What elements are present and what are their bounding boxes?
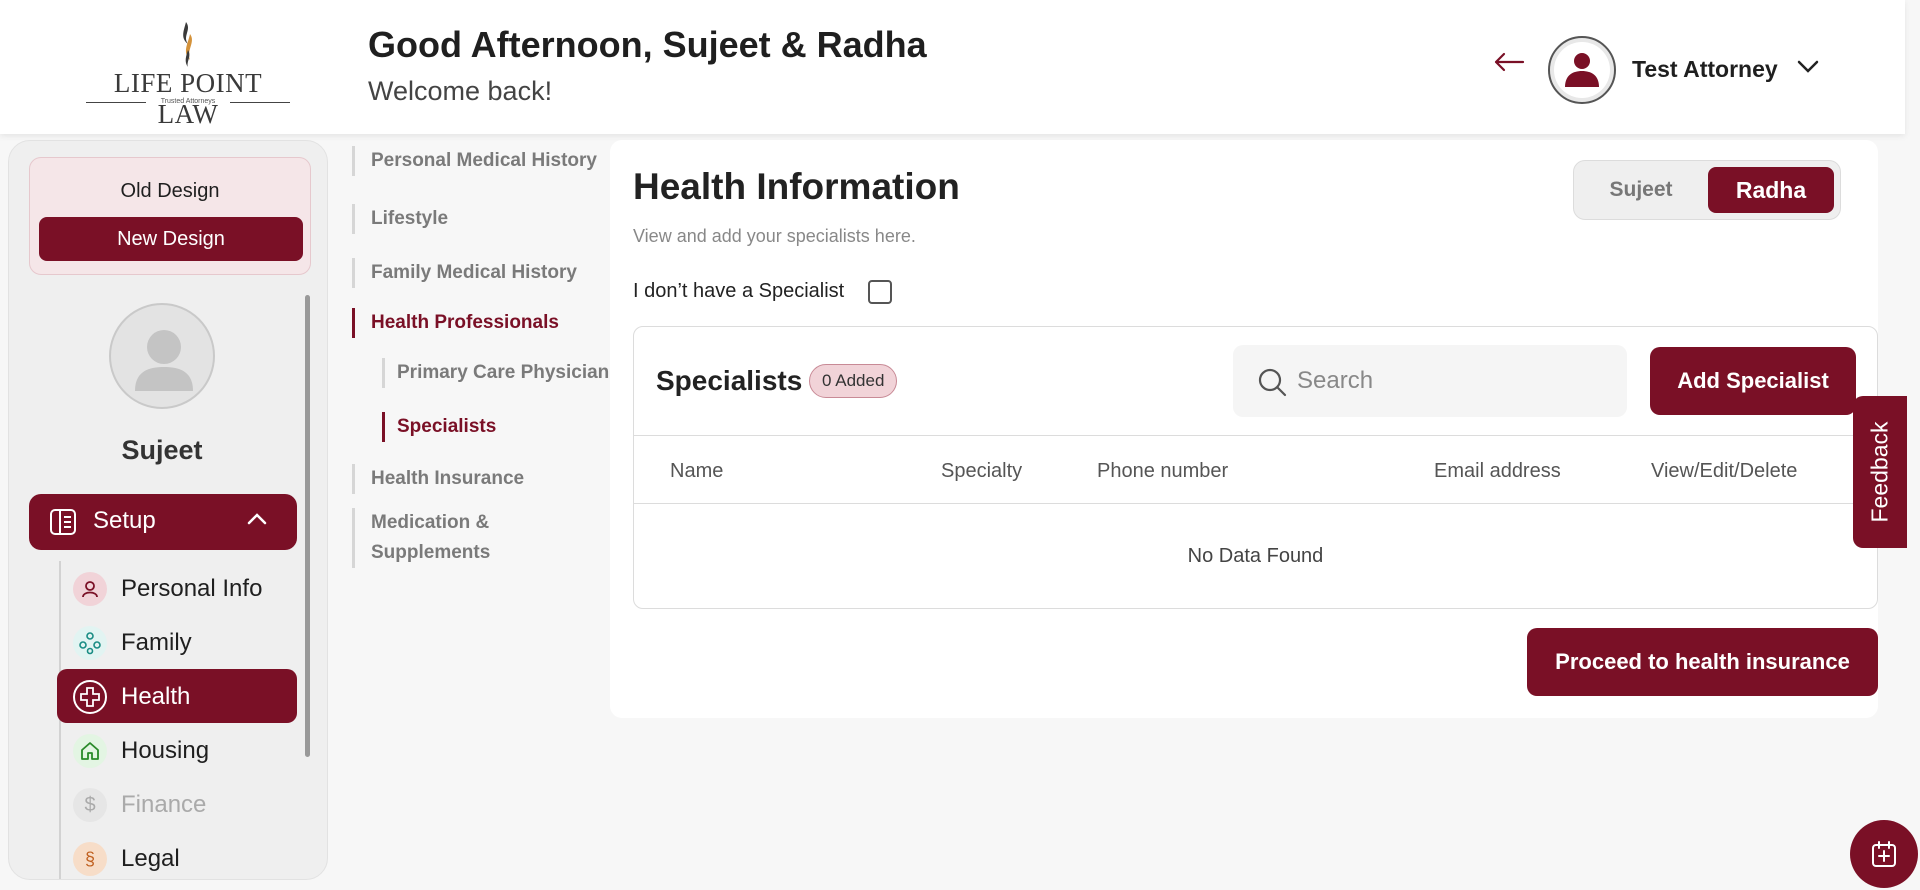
sidebar-scrollbar[interactable] [305,295,311,855]
toggle-option-sujeet[interactable]: Sujeet [1584,167,1698,213]
left-sidebar: Old Design New Design Sujeet Setup Perso… [8,140,328,880]
feedback-label: Feedback [1866,421,1893,523]
flame-logo-icon [183,22,192,67]
calendar-add-icon [1872,841,1896,867]
design-switcher: Old Design New Design [29,157,311,275]
sidebar-scroll-thumb[interactable] [305,295,310,757]
subnav-personal-medical-history[interactable]: Personal Medical History [352,146,597,176]
no-specialist-checkbox[interactable] [868,280,892,304]
search-box [1233,345,1627,417]
count-badge: 0 Added [809,364,898,398]
column-header-email: Email address [1434,460,1561,482]
card-divider [634,435,1877,436]
sidebar-item-legal[interactable]: § Legal [57,831,297,879]
page-title: Health Information [633,166,960,207]
greeting-title: Good Afternoon, Sujeet & Radha [368,24,927,65]
logo-tagline: Trusted Attorneys [86,98,290,105]
top-header: LIFE POINT LAW Trusted Attorneys Good Af… [0,0,1905,134]
user-avatar[interactable] [1548,36,1616,104]
sidebar-item-housing[interactable]: Housing [57,723,297,777]
setup-label: Setup [93,507,156,534]
old-design-button[interactable]: Old Design [30,180,310,203]
subnav-label-line2: Supplements [371,542,491,563]
subnav-health-insurance[interactable]: Health Insurance [352,464,524,494]
sidebar-item-label: Personal Info [121,575,263,602]
page-subtitle: View and add your specialists here. [633,226,916,246]
feedback-tab[interactable]: Feedback [1853,396,1907,548]
dollar-icon: $ [73,788,107,822]
column-header-actions: View/Edit/Delete [1651,460,1798,482]
sidebar-item-personal-info[interactable]: Personal Info [57,561,297,615]
person-icon [73,572,107,606]
proceed-button[interactable]: Proceed to health insurance [1527,628,1878,696]
new-design-button[interactable]: New Design [39,217,303,261]
profile-avatar [109,303,215,409]
add-specialist-button[interactable]: Add Specialist [1650,347,1856,415]
sidebar-item-label: Finance [121,791,207,818]
sidebar-item-finance[interactable]: $ Finance [57,777,297,831]
sidebar-item-label: Housing [121,737,210,764]
back-arrow-icon[interactable] [1493,52,1525,72]
sidebar-item-health[interactable]: Health [57,669,297,723]
health-subnav: Personal Medical History Lifestyle Famil… [352,140,612,580]
sidebar-item-label: Health [121,683,191,710]
chevron-down-icon[interactable] [1797,60,1819,74]
search-icon [1258,368,1287,397]
add-event-button[interactable] [1850,820,1918,888]
default-user-icon [135,330,193,391]
table-header-divider [634,503,1877,504]
subnav-label-line1: Medication & [371,512,490,533]
subnav-lifestyle[interactable]: Lifestyle [352,204,448,234]
family-icon [73,626,107,660]
person-toggle: Sujeet Radha [1573,160,1841,220]
no-specialist-label: I don’t have a Specialist [633,280,845,302]
user-avatar-icon [1554,42,1610,98]
column-header-specialty: Specialty [941,460,1023,482]
card-title: Specialists [656,365,803,396]
home-icon [73,734,107,768]
setup-icon [50,509,76,535]
profile-name: Sujeet [121,435,203,465]
search-input[interactable] [1297,361,1607,401]
subnav-medication-supplements[interactable]: Medication & Supplements [352,508,490,568]
setup-menu-toggle[interactable]: Setup [29,494,297,550]
main-panel: Health Information View and add your spe… [610,140,1878,718]
subnav-health-professionals[interactable]: Health Professionals [352,308,559,338]
sidebar-item-family[interactable]: Family [57,615,297,669]
column-header-phone: Phone number [1097,460,1229,482]
subnav-family-medical-history[interactable]: Family Medical History [352,258,577,288]
chevron-up-icon [247,513,267,525]
welcome-text: Welcome back! [368,76,553,106]
legal-icon: § [73,842,107,876]
company-logo[interactable]: LIFE POINT LAW Trusted Attorneys [86,18,290,129]
column-header-name: Name [670,460,724,482]
user-name[interactable]: Test Attorney [1632,56,1778,83]
toggle-option-radha[interactable]: Radha [1708,167,1834,213]
specialists-card: Specialists 0 Added Add Specialist Name … [633,326,1878,609]
subnav-primary-care-physician[interactable]: Primary Care Physician [382,358,609,388]
sidebar-item-label: Family [121,629,192,656]
subnav-specialists[interactable]: Specialists [382,412,496,442]
medical-cross-icon [73,680,107,714]
empty-state: No Data Found [1187,545,1324,567]
sidebar-item-label: Legal [121,845,180,872]
